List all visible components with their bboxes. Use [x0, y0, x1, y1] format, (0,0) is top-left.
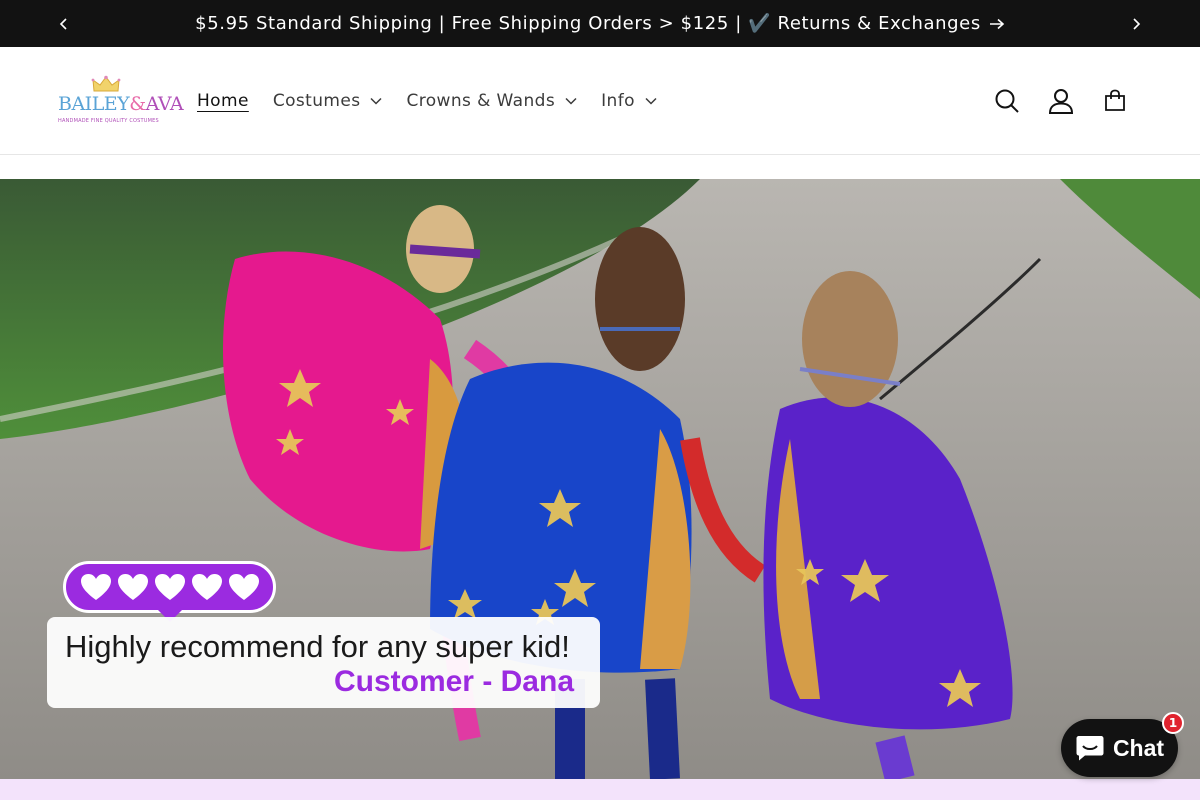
rating-hearts — [63, 561, 276, 613]
search-button[interactable] — [992, 86, 1022, 116]
account-icon — [1048, 89, 1074, 114]
cart-icon — [1105, 89, 1125, 111]
chat-bubble-icon — [1076, 736, 1104, 761]
announcement-next-button[interactable] — [1116, 0, 1156, 47]
nav-item-home[interactable]: Home — [197, 91, 249, 111]
announcement-link[interactable]: $5.95 Standard Shipping | Free Shipping … — [195, 13, 1005, 34]
chat-label: Chat — [1112, 734, 1165, 761]
crown-icon — [91, 75, 121, 92]
chevron-right-icon — [1133, 17, 1141, 30]
heart-icon — [80, 574, 111, 600]
next-section-strip — [0, 779, 1200, 800]
site-header: BAILEY&AVA HANDMADE FINE QUALITY COSTUME… — [0, 47, 1200, 155]
testimonial-author: Customer - Dana — [333, 665, 574, 698]
cart-button[interactable] — [1100, 86, 1130, 116]
logo-tagline: HANDMADE FINE QUALITY COSTUMES — [58, 118, 159, 124]
chevron-down-icon — [645, 97, 657, 105]
arrow-right-icon — [989, 18, 1005, 29]
heart-icon — [154, 574, 185, 600]
nav-item-label: Info — [601, 91, 635, 111]
chevron-down-icon — [370, 97, 382, 105]
nav-item-costumes[interactable]: Costumes — [273, 91, 383, 111]
account-button[interactable] — [1046, 86, 1076, 116]
chat-badge: 1 — [1162, 712, 1184, 734]
heart-icon — [228, 574, 259, 600]
testimonial-text: Highly recommend for any super kid! — [65, 629, 570, 664]
logo-text: BAILEY&AVA — [58, 93, 184, 115]
main-nav: Home Costumes Crowns & Wands Info — [197, 47, 681, 155]
chevron-left-icon — [59, 17, 67, 30]
heart-icon — [117, 574, 148, 600]
chat-button[interactable]: Chat — [1061, 719, 1178, 777]
header-icons — [992, 47, 1130, 155]
announcement-bar: $5.95 Standard Shipping | Free Shipping … — [0, 0, 1200, 47]
announcement-prev-button[interactable] — [44, 0, 84, 47]
testimonial-card: Highly recommend for any super kid! Cust… — [47, 617, 600, 708]
logo[interactable]: BAILEY&AVA HANDMADE FINE QUALITY COSTUME… — [58, 75, 184, 129]
nav-item-info[interactable]: Info — [601, 91, 657, 111]
nav-item-label: Crowns & Wands — [406, 91, 556, 111]
chevron-down-icon — [565, 97, 577, 105]
nav-item-crowns-wands[interactable]: Crowns & Wands — [406, 91, 577, 111]
nav-item-label: Home — [197, 91, 249, 111]
announcement-text: $5.95 Standard Shipping | Free Shipping … — [195, 13, 981, 34]
nav-item-label: Costumes — [272, 91, 361, 111]
search-icon — [995, 89, 1019, 113]
heart-icon — [191, 574, 222, 600]
hero-banner[interactable]: Highly recommend for any super kid! Cust… — [0, 179, 1200, 779]
